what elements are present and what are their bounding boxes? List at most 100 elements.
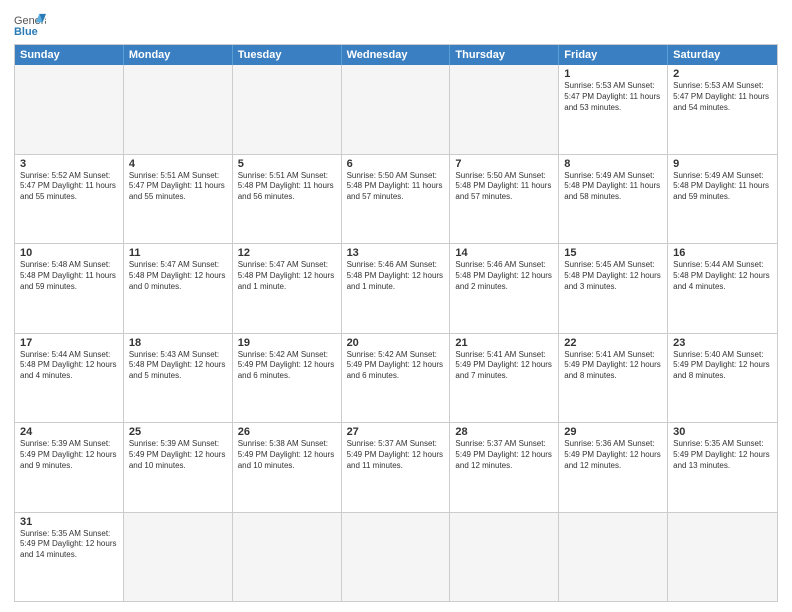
- cell-info: Sunrise: 5:48 AM Sunset: 5:48 PM Dayligh…: [20, 260, 118, 292]
- cal-cell-2: 2Sunrise: 5:53 AM Sunset: 5:47 PM Daylig…: [668, 65, 777, 154]
- cell-info: Sunrise: 5:50 AM Sunset: 5:48 PM Dayligh…: [347, 171, 445, 203]
- cell-info: Sunrise: 5:46 AM Sunset: 5:48 PM Dayligh…: [455, 260, 553, 292]
- day-number: 14: [455, 247, 553, 259]
- cal-cell-20: 20Sunrise: 5:42 AM Sunset: 5:49 PM Dayli…: [342, 334, 451, 423]
- cal-cell-3: 3Sunrise: 5:52 AM Sunset: 5:47 PM Daylig…: [15, 155, 124, 244]
- calendar: SundayMondayTuesdayWednesdayThursdayFrid…: [14, 44, 778, 602]
- logo: General Blue: [14, 10, 46, 38]
- cal-cell-8: 8Sunrise: 5:49 AM Sunset: 5:48 PM Daylig…: [559, 155, 668, 244]
- header-day-tuesday: Tuesday: [233, 45, 342, 65]
- cal-cell-27: 27Sunrise: 5:37 AM Sunset: 5:49 PM Dayli…: [342, 423, 451, 512]
- day-number: 27: [347, 426, 445, 438]
- cell-info: Sunrise: 5:41 AM Sunset: 5:49 PM Dayligh…: [455, 350, 553, 382]
- day-number: 3: [20, 158, 118, 170]
- cal-cell-empty: [342, 513, 451, 602]
- day-number: 31: [20, 516, 118, 528]
- day-number: 18: [129, 337, 227, 349]
- cell-info: Sunrise: 5:41 AM Sunset: 5:49 PM Dayligh…: [564, 350, 662, 382]
- logo-icon: General Blue: [14, 10, 46, 38]
- cal-cell-4: 4Sunrise: 5:51 AM Sunset: 5:47 PM Daylig…: [124, 155, 233, 244]
- day-number: 2: [673, 68, 772, 80]
- cell-info: Sunrise: 5:51 AM Sunset: 5:48 PM Dayligh…: [238, 171, 336, 203]
- cal-cell-empty: [450, 65, 559, 154]
- cell-info: Sunrise: 5:37 AM Sunset: 5:49 PM Dayligh…: [455, 439, 553, 471]
- cal-cell-25: 25Sunrise: 5:39 AM Sunset: 5:49 PM Dayli…: [124, 423, 233, 512]
- cell-info: Sunrise: 5:47 AM Sunset: 5:48 PM Dayligh…: [129, 260, 227, 292]
- day-number: 8: [564, 158, 662, 170]
- cell-info: Sunrise: 5:38 AM Sunset: 5:49 PM Dayligh…: [238, 439, 336, 471]
- day-number: 1: [564, 68, 662, 80]
- cal-cell-18: 18Sunrise: 5:43 AM Sunset: 5:48 PM Dayli…: [124, 334, 233, 423]
- cal-cell-10: 10Sunrise: 5:48 AM Sunset: 5:48 PM Dayli…: [15, 244, 124, 333]
- cell-info: Sunrise: 5:46 AM Sunset: 5:48 PM Dayligh…: [347, 260, 445, 292]
- calendar-row-3: 17Sunrise: 5:44 AM Sunset: 5:48 PM Dayli…: [15, 334, 777, 424]
- calendar-row-5: 31Sunrise: 5:35 AM Sunset: 5:49 PM Dayli…: [15, 513, 777, 602]
- cal-cell-11: 11Sunrise: 5:47 AM Sunset: 5:48 PM Dayli…: [124, 244, 233, 333]
- day-number: 24: [20, 426, 118, 438]
- cal-cell-empty: [124, 65, 233, 154]
- cell-info: Sunrise: 5:53 AM Sunset: 5:47 PM Dayligh…: [564, 81, 662, 113]
- calendar-row-1: 3Sunrise: 5:52 AM Sunset: 5:47 PM Daylig…: [15, 155, 777, 245]
- cell-info: Sunrise: 5:52 AM Sunset: 5:47 PM Dayligh…: [20, 171, 118, 203]
- cal-cell-1: 1Sunrise: 5:53 AM Sunset: 5:47 PM Daylig…: [559, 65, 668, 154]
- day-number: 10: [20, 247, 118, 259]
- cal-cell-empty: [559, 513, 668, 602]
- cell-info: Sunrise: 5:49 AM Sunset: 5:48 PM Dayligh…: [673, 171, 772, 203]
- cal-cell-26: 26Sunrise: 5:38 AM Sunset: 5:49 PM Dayli…: [233, 423, 342, 512]
- day-number: 29: [564, 426, 662, 438]
- day-number: 22: [564, 337, 662, 349]
- cal-cell-31: 31Sunrise: 5:35 AM Sunset: 5:49 PM Dayli…: [15, 513, 124, 602]
- header-day-saturday: Saturday: [668, 45, 777, 65]
- calendar-row-0: 1Sunrise: 5:53 AM Sunset: 5:47 PM Daylig…: [15, 65, 777, 155]
- cell-info: Sunrise: 5:50 AM Sunset: 5:48 PM Dayligh…: [455, 171, 553, 203]
- header: General Blue: [14, 10, 778, 38]
- cal-cell-15: 15Sunrise: 5:45 AM Sunset: 5:48 PM Dayli…: [559, 244, 668, 333]
- day-number: 21: [455, 337, 553, 349]
- header-day-monday: Monday: [124, 45, 233, 65]
- cell-info: Sunrise: 5:43 AM Sunset: 5:48 PM Dayligh…: [129, 350, 227, 382]
- day-number: 16: [673, 247, 772, 259]
- calendar-header: SundayMondayTuesdayWednesdayThursdayFrid…: [15, 45, 777, 65]
- cal-cell-29: 29Sunrise: 5:36 AM Sunset: 5:49 PM Dayli…: [559, 423, 668, 512]
- cal-cell-empty: [342, 65, 451, 154]
- day-number: 9: [673, 158, 772, 170]
- header-day-thursday: Thursday: [450, 45, 559, 65]
- cal-cell-empty: [15, 65, 124, 154]
- day-number: 25: [129, 426, 227, 438]
- cell-info: Sunrise: 5:39 AM Sunset: 5:49 PM Dayligh…: [129, 439, 227, 471]
- day-number: 5: [238, 158, 336, 170]
- day-number: 15: [564, 247, 662, 259]
- cal-cell-9: 9Sunrise: 5:49 AM Sunset: 5:48 PM Daylig…: [668, 155, 777, 244]
- cell-info: Sunrise: 5:51 AM Sunset: 5:47 PM Dayligh…: [129, 171, 227, 203]
- cal-cell-6: 6Sunrise: 5:50 AM Sunset: 5:48 PM Daylig…: [342, 155, 451, 244]
- day-number: 7: [455, 158, 553, 170]
- cell-info: Sunrise: 5:44 AM Sunset: 5:48 PM Dayligh…: [20, 350, 118, 382]
- cell-info: Sunrise: 5:40 AM Sunset: 5:49 PM Dayligh…: [673, 350, 772, 382]
- cal-cell-22: 22Sunrise: 5:41 AM Sunset: 5:49 PM Dayli…: [559, 334, 668, 423]
- cal-cell-16: 16Sunrise: 5:44 AM Sunset: 5:48 PM Dayli…: [668, 244, 777, 333]
- cell-info: Sunrise: 5:36 AM Sunset: 5:49 PM Dayligh…: [564, 439, 662, 471]
- cell-info: Sunrise: 5:47 AM Sunset: 5:48 PM Dayligh…: [238, 260, 336, 292]
- cal-cell-empty: [233, 65, 342, 154]
- day-number: 19: [238, 337, 336, 349]
- cal-cell-24: 24Sunrise: 5:39 AM Sunset: 5:49 PM Dayli…: [15, 423, 124, 512]
- cell-info: Sunrise: 5:45 AM Sunset: 5:48 PM Dayligh…: [564, 260, 662, 292]
- day-number: 17: [20, 337, 118, 349]
- day-number: 12: [238, 247, 336, 259]
- cell-info: Sunrise: 5:37 AM Sunset: 5:49 PM Dayligh…: [347, 439, 445, 471]
- cell-info: Sunrise: 5:42 AM Sunset: 5:49 PM Dayligh…: [238, 350, 336, 382]
- cal-cell-19: 19Sunrise: 5:42 AM Sunset: 5:49 PM Dayli…: [233, 334, 342, 423]
- cell-info: Sunrise: 5:35 AM Sunset: 5:49 PM Dayligh…: [20, 529, 118, 561]
- cal-cell-5: 5Sunrise: 5:51 AM Sunset: 5:48 PM Daylig…: [233, 155, 342, 244]
- svg-text:Blue: Blue: [14, 26, 38, 38]
- cal-cell-28: 28Sunrise: 5:37 AM Sunset: 5:49 PM Dayli…: [450, 423, 559, 512]
- calendar-row-4: 24 Sunrise: 5:39 AM Sunset: 5:49 PM Dayli…: [15, 423, 777, 513]
- day-number: 4: [129, 158, 227, 170]
- cell-info: Sunrise: 5:35 AM Sunset: 5:49 PM Dayligh…: [673, 439, 772, 471]
- cell-info: Sunrise: 5:49 AM Sunset: 5:48 PM Dayligh…: [564, 171, 662, 203]
- cal-cell-17: 17Sunrise: 5:44 AM Sunset: 5:48 PM Dayli…: [15, 334, 124, 423]
- calendar-row-2: 10Sunrise: 5:48 AM Sunset: 5:48 PM Dayli…: [15, 244, 777, 334]
- header-day-friday: Friday: [559, 45, 668, 65]
- day-number: 23: [673, 337, 772, 349]
- cell-info: Sunrise: 5:42 AM Sunset: 5:49 PM Dayligh…: [347, 350, 445, 382]
